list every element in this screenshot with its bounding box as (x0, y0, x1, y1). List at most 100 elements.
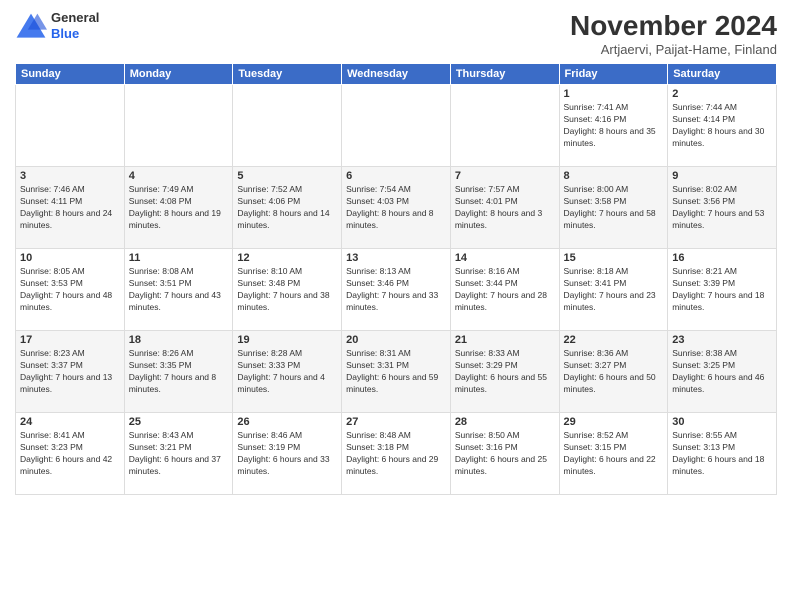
day-number: 26 (237, 416, 337, 428)
day-info: Sunrise: 8:21 AM Sunset: 3:39 PM Dayligh… (672, 266, 772, 314)
day-number: 12 (237, 252, 337, 264)
day-number: 10 (20, 252, 120, 264)
day-info: Sunrise: 8:43 AM Sunset: 3:21 PM Dayligh… (129, 430, 229, 478)
day-number: 20 (346, 334, 446, 346)
day-number: 18 (129, 334, 229, 346)
day-info: Sunrise: 7:41 AM Sunset: 4:16 PM Dayligh… (564, 102, 664, 150)
day-info: Sunrise: 8:10 AM Sunset: 3:48 PM Dayligh… (237, 266, 337, 314)
logo-general: General (51, 10, 99, 26)
calendar-cell: 20Sunrise: 8:31 AM Sunset: 3:31 PM Dayli… (342, 331, 451, 413)
calendar-cell (124, 85, 233, 167)
calendar-cell (342, 85, 451, 167)
calendar-cell: 21 Sunrise: 8:33 AM Sunset: 3:29 PM Dayli… (450, 331, 559, 413)
day-info: Sunrise: 8:55 AM Sunset: 3:13 PM Dayligh… (672, 430, 772, 478)
calendar-cell: 16Sunrise: 8:21 AM Sunset: 3:39 PM Dayli… (668, 249, 777, 331)
calendar-cell: 8 Sunrise: 8:00 AM Sunset: 3:58 PM Daylig… (559, 167, 668, 249)
calendar-cell: 25 Sunrise: 8:43 AM Sunset: 3:21 PM Dayli… (124, 413, 233, 495)
calendar-cell: 6 Sunrise: 7:54 AM Sunset: 4:03 PM Daylig… (342, 167, 451, 249)
day-info: Sunrise: 8:38 AM Sunset: 3:25 PM Dayligh… (672, 348, 772, 396)
calendar-header-row: SundayMondayTuesdayWednesdayThursdayFrid… (16, 64, 777, 85)
header: General Blue November 2024 Artjaervi, Pa… (15, 10, 777, 57)
calendar-cell: 3 Sunrise: 7:46 AM Sunset: 4:11 PM Daylig… (16, 167, 125, 249)
calendar-header-saturday: Saturday (668, 64, 777, 85)
calendar-header-friday: Friday (559, 64, 668, 85)
calendar-cell: 29 Sunrise: 8:52 AM Sunset: 3:15 PM Dayli… (559, 413, 668, 495)
calendar-cell: 12 Sunrise: 8:10 AM Sunset: 3:48 PM Dayli… (233, 249, 342, 331)
day-info: Sunrise: 7:49 AM Sunset: 4:08 PM Dayligh… (129, 184, 229, 232)
calendar-cell (450, 85, 559, 167)
day-info: Sunrise: 8:46 AM Sunset: 3:19 PM Dayligh… (237, 430, 337, 478)
calendar-cell: 15Sunrise: 8:18 AM Sunset: 3:41 PM Dayli… (559, 249, 668, 331)
day-number: 7 (455, 170, 555, 182)
day-number: 1 (564, 88, 664, 100)
day-number: 3 (20, 170, 120, 182)
calendar-header-monday: Monday (124, 64, 233, 85)
calendar-cell: 7Sunrise: 7:57 AM Sunset: 4:01 PM Daylig… (450, 167, 559, 249)
calendar-cell: 18 Sunrise: 8:26 AM Sunset: 3:35 PM Dayli… (124, 331, 233, 413)
day-number: 28 (455, 416, 555, 428)
calendar-week-4: 17 Sunrise: 8:23 AM Sunset: 3:37 PM Dayli… (16, 331, 777, 413)
day-info: Sunrise: 8:50 AM Sunset: 3:16 PM Dayligh… (455, 430, 555, 478)
calendar-cell: 22Sunrise: 8:36 AM Sunset: 3:27 PM Dayli… (559, 331, 668, 413)
day-info: Sunrise: 8:33 AM Sunset: 3:29 PM Dayligh… (455, 348, 555, 396)
day-number: 17 (20, 334, 120, 346)
day-number: 9 (672, 170, 772, 182)
calendar-cell: 14Sunrise: 8:16 AM Sunset: 3:44 PM Dayli… (450, 249, 559, 331)
calendar-week-1: 1 Sunrise: 7:41 AM Sunset: 4:16 PM Daylig… (16, 85, 777, 167)
day-info: Sunrise: 7:44 AM Sunset: 4:14 PM Dayligh… (672, 102, 772, 150)
calendar-week-3: 10Sunrise: 8:05 AM Sunset: 3:53 PM Dayli… (16, 249, 777, 331)
day-number: 24 (20, 416, 120, 428)
day-number: 8 (564, 170, 664, 182)
day-number: 27 (346, 416, 446, 428)
calendar-cell (16, 85, 125, 167)
calendar-header-wednesday: Wednesday (342, 64, 451, 85)
day-info: Sunrise: 8:02 AM Sunset: 3:56 PM Dayligh… (672, 184, 772, 232)
calendar-cell: 23Sunrise: 8:38 AM Sunset: 3:25 PM Dayli… (668, 331, 777, 413)
calendar-week-5: 24 Sunrise: 8:41 AM Sunset: 3:23 PM Dayli… (16, 413, 777, 495)
day-info: Sunrise: 8:41 AM Sunset: 3:23 PM Dayligh… (20, 430, 120, 478)
logo: General Blue (15, 10, 99, 41)
calendar-header-sunday: Sunday (16, 64, 125, 85)
logo-text: General Blue (51, 10, 99, 41)
day-info: Sunrise: 7:46 AM Sunset: 4:11 PM Dayligh… (20, 184, 120, 232)
calendar-week-2: 3 Sunrise: 7:46 AM Sunset: 4:11 PM Daylig… (16, 167, 777, 249)
calendar-cell: 30 Sunrise: 8:55 AM Sunset: 3:13 PM Dayli… (668, 413, 777, 495)
calendar-cell: 10Sunrise: 8:05 AM Sunset: 3:53 PM Dayli… (16, 249, 125, 331)
location: Artjaervi, Paijat-Hame, Finland (570, 42, 777, 57)
day-info: Sunrise: 8:28 AM Sunset: 3:33 PM Dayligh… (237, 348, 337, 396)
calendar-cell: 11 Sunrise: 8:08 AM Sunset: 3:51 PM Dayli… (124, 249, 233, 331)
calendar-cell: 13Sunrise: 8:13 AM Sunset: 3:46 PM Dayli… (342, 249, 451, 331)
page: General Blue November 2024 Artjaervi, Pa… (0, 0, 792, 612)
calendar-cell: 5 Sunrise: 7:52 AM Sunset: 4:06 PM Daylig… (233, 167, 342, 249)
day-info: Sunrise: 8:18 AM Sunset: 3:41 PM Dayligh… (564, 266, 664, 314)
day-number: 14 (455, 252, 555, 264)
calendar-cell: 28 Sunrise: 8:50 AM Sunset: 3:16 PM Dayli… (450, 413, 559, 495)
calendar-header-thursday: Thursday (450, 64, 559, 85)
day-info: Sunrise: 8:52 AM Sunset: 3:15 PM Dayligh… (564, 430, 664, 478)
day-info: Sunrise: 8:00 AM Sunset: 3:58 PM Dayligh… (564, 184, 664, 232)
title-area: November 2024 Artjaervi, Paijat-Hame, Fi… (570, 10, 777, 57)
day-number: 6 (346, 170, 446, 182)
day-info: Sunrise: 7:54 AM Sunset: 4:03 PM Dayligh… (346, 184, 446, 232)
day-info: Sunrise: 8:08 AM Sunset: 3:51 PM Dayligh… (129, 266, 229, 314)
day-number: 30 (672, 416, 772, 428)
day-number: 4 (129, 170, 229, 182)
calendar-cell: 19Sunrise: 8:28 AM Sunset: 3:33 PM Dayli… (233, 331, 342, 413)
calendar-cell: 4 Sunrise: 7:49 AM Sunset: 4:08 PM Daylig… (124, 167, 233, 249)
day-number: 21 (455, 334, 555, 346)
day-info: Sunrise: 8:23 AM Sunset: 3:37 PM Dayligh… (20, 348, 120, 396)
calendar-cell: 26 Sunrise: 8:46 AM Sunset: 3:19 PM Dayli… (233, 413, 342, 495)
day-number: 29 (564, 416, 664, 428)
day-info: Sunrise: 7:52 AM Sunset: 4:06 PM Dayligh… (237, 184, 337, 232)
calendar-cell: 2Sunrise: 7:44 AM Sunset: 4:14 PM Daylig… (668, 85, 777, 167)
calendar-cell: 17 Sunrise: 8:23 AM Sunset: 3:37 PM Dayli… (16, 331, 125, 413)
day-info: Sunrise: 8:48 AM Sunset: 3:18 PM Dayligh… (346, 430, 446, 478)
calendar-header-tuesday: Tuesday (233, 64, 342, 85)
day-info: Sunrise: 8:26 AM Sunset: 3:35 PM Dayligh… (129, 348, 229, 396)
day-number: 5 (237, 170, 337, 182)
day-number: 25 (129, 416, 229, 428)
day-number: 11 (129, 252, 229, 264)
calendar-cell: 1 Sunrise: 7:41 AM Sunset: 4:16 PM Daylig… (559, 85, 668, 167)
month-title: November 2024 (570, 10, 777, 42)
day-number: 22 (564, 334, 664, 346)
